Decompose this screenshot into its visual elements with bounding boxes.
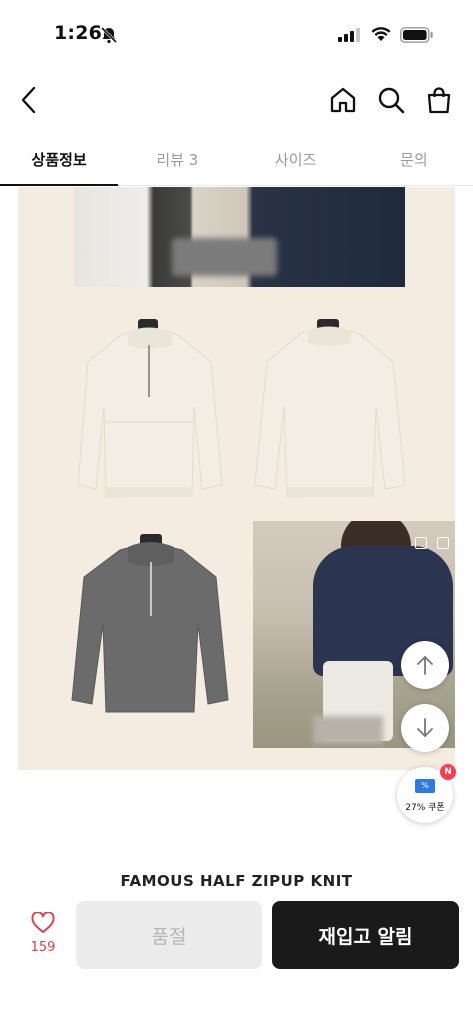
like-button[interactable]: 159: [20, 911, 66, 968]
scroll-up-button[interactable]: [401, 641, 449, 689]
arrow-down-icon: [417, 718, 433, 737]
restock-alert-button[interactable]: 재입고 알림: [272, 901, 459, 969]
like-count: 159: [30, 940, 56, 955]
cart-button[interactable]: [421, 82, 457, 118]
home-icon: [330, 87, 356, 113]
blurred-region: [172, 238, 277, 276]
tab-reviews[interactable]: 리뷰 3: [118, 136, 236, 185]
scroll-down-button[interactable]: [401, 704, 449, 752]
coupon-label: 27% 쿠폰: [405, 803, 445, 813]
search-icon: [378, 87, 405, 114]
ivory-sweater-front-image: [77, 319, 223, 498]
product-detail-image: [18, 187, 455, 770]
status-time: 1:26: [54, 22, 103, 44]
home-button[interactable]: [325, 82, 361, 118]
heart-icon: [31, 911, 55, 933]
bottom-action-bar: 159 품절 재입고 알림: [0, 888, 473, 1024]
bell-slash-icon: [100, 26, 118, 44]
status-bar: 1:26: [0, 0, 473, 70]
blurred-region: [313, 716, 383, 744]
gray-sweater-image: [71, 534, 229, 713]
back-arrow-icon: [21, 86, 36, 114]
top-navigation: [0, 70, 473, 130]
new-badge: N: [440, 764, 456, 780]
wifi-icon: [371, 27, 391, 41]
search-button[interactable]: [373, 82, 409, 118]
photo-badge-icon: [415, 537, 427, 549]
ivory-sweater-back-image: [254, 319, 406, 498]
photo-cart-icon: [437, 537, 449, 549]
product-tabs: 상품정보 리뷰 3 사이즈 문의: [0, 136, 473, 186]
tab-inquiry[interactable]: 문의: [355, 136, 473, 185]
coupon-icon: %: [415, 779, 435, 793]
signal-icon: [338, 28, 360, 42]
back-button[interactable]: [12, 82, 46, 118]
tab-product-info[interactable]: 상품정보: [0, 136, 119, 186]
arrow-up-icon: [417, 656, 433, 675]
product-closeup-photo: [74, 187, 405, 287]
tab-size[interactable]: 사이즈: [237, 136, 355, 185]
soldout-button: 품절: [76, 901, 262, 969]
shopping-bag-icon: [427, 87, 451, 114]
battery-icon: [400, 27, 433, 43]
